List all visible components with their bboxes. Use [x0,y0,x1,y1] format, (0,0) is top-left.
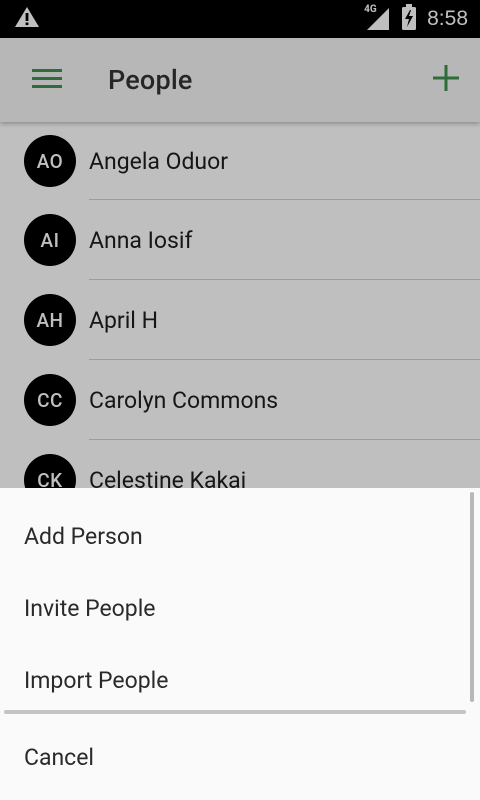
add-person-option[interactable]: Add Person [0,500,480,572]
import-people-option[interactable]: Import People [0,644,480,716]
cancel-button[interactable]: Cancel [0,714,480,800]
people-screen: 4G 8:58 People AO Angela Oduor AI Anna I… [0,0,480,800]
scrollbar[interactable] [470,492,474,702]
sheet-options: Add Person Invite People Import People [0,488,480,710]
action-bottom-sheet: Add Person Invite People Import People C… [0,488,480,800]
invite-people-option[interactable]: Invite People [0,572,480,644]
